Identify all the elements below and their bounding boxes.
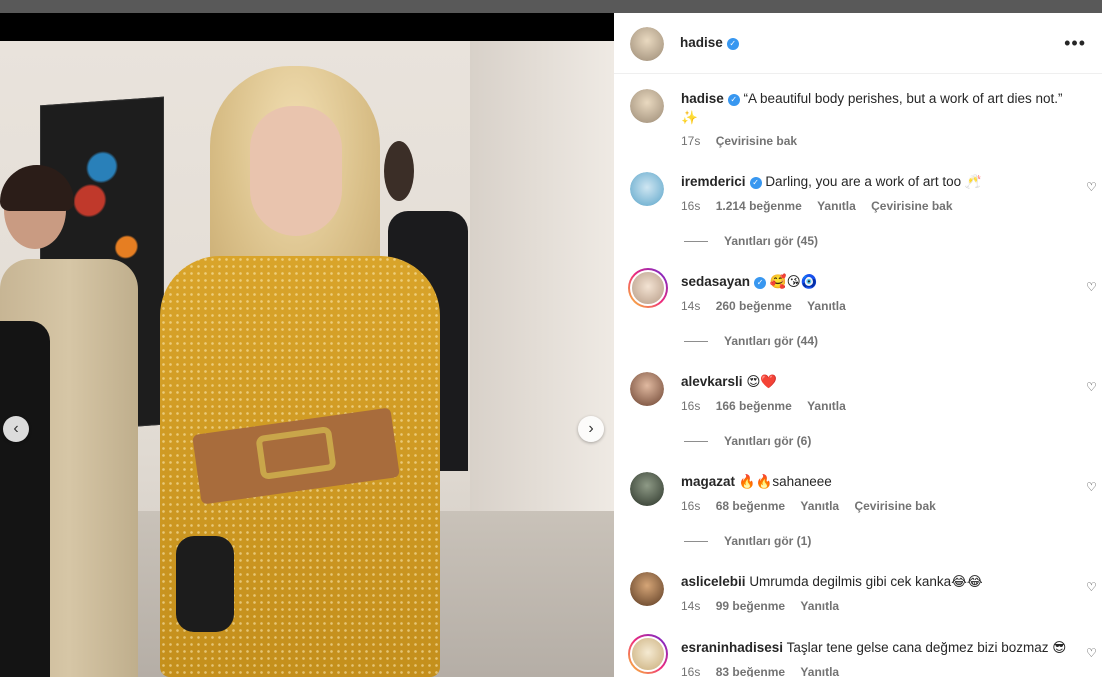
comment-time: 16s — [681, 399, 701, 413]
comment-text: alevkarsli 😍❤️ — [681, 372, 1071, 391]
view-replies-label[interactable]: Yanıtları gör (1) — [724, 534, 811, 548]
commenter-username[interactable]: magazat — [681, 474, 735, 489]
author-avatar[interactable] — [630, 27, 664, 61]
commenter-avatar[interactable] — [630, 372, 664, 406]
top-strip — [0, 0, 1102, 13]
like-heart-icon[interactable]: ♡ — [1086, 280, 1097, 294]
view-replies-label[interactable]: Yanıtları gör (6) — [724, 434, 811, 448]
comment-likes[interactable]: 166 beğenme — [716, 399, 792, 413]
like-heart-icon[interactable]: ♡ — [1086, 580, 1097, 594]
comment-likes[interactable]: 99 beğenme — [716, 599, 785, 613]
verified-badge-icon: ✓ — [727, 94, 740, 106]
comment-text: magazat 🔥🔥sahaneee — [681, 472, 1071, 491]
reply-button[interactable]: Yanıtla — [800, 499, 839, 513]
commenter-username[interactable]: aslicelebii — [681, 574, 746, 589]
comment-time: 16s — [681, 499, 701, 513]
comment-time: 16s — [681, 199, 701, 213]
caption-avatar[interactable] — [630, 89, 664, 123]
translate-link[interactable]: Çevirisine bak — [854, 499, 935, 513]
post-media: ‹ › — [0, 13, 614, 677]
caption-body: “A beautiful body perishes, but a work o… — [743, 91, 1063, 106]
post-header: hadise ✓ ••• — [614, 13, 1102, 74]
like-heart-icon[interactable]: ♡ — [1086, 380, 1097, 394]
commenter-avatar[interactable] — [630, 572, 664, 606]
caption-time: 17s — [681, 134, 701, 148]
like-heart-icon[interactable]: ♡ — [1086, 480, 1097, 494]
reply-button[interactable]: Yanıtla — [817, 199, 856, 213]
comment-likes[interactable]: 1.214 beğenme — [716, 199, 802, 213]
author-username[interactable]: hadise ✓ — [680, 35, 739, 50]
comment-body: Taşlar tene gelse cana değmez bizi bozma… — [786, 640, 1067, 655]
post-photo — [0, 41, 614, 677]
reply-button[interactable]: Yanıtla — [800, 599, 839, 613]
comment-time: 14s — [681, 599, 701, 613]
reply-button[interactable]: Yanıtla — [800, 665, 839, 677]
view-replies-label[interactable]: Yanıtları gör (44) — [724, 334, 818, 348]
reply-button[interactable]: Yanıtla — [807, 399, 846, 413]
view-replies-button[interactable]: Yanıtları gör (1) — [684, 534, 811, 548]
comment-body: 🔥🔥sahaneee — [738, 474, 832, 489]
caption-text: hadise ✓ “A beautiful body perishes, but … — [681, 89, 1071, 127]
commenter-username[interactable]: alevkarsli — [681, 374, 743, 389]
comment-meta: 16s 166 beğenme Yanıtla — [681, 399, 858, 413]
commenter-avatar[interactable] — [630, 472, 664, 506]
comment-body: 🥰😘🧿 — [769, 274, 818, 289]
like-heart-icon[interactable]: ♡ — [1086, 646, 1097, 660]
comment-text: esraninhadisesi Taşlar tene gelse cana d… — [681, 638, 1071, 657]
view-replies-button[interactable]: Yanıtları gör (44) — [684, 334, 818, 348]
comment-meta: 16s 68 beğenme Yanıtla Çevirisine bak — [681, 499, 948, 513]
view-replies-button[interactable]: Yanıtları gör (6) — [684, 434, 811, 448]
reply-button[interactable]: Yanıtla — [807, 299, 846, 313]
previous-image-button[interactable]: ‹ — [3, 416, 29, 442]
author-username-text[interactable]: hadise — [680, 35, 723, 50]
commenter-username[interactable]: iremderici — [681, 174, 746, 189]
comments-panel: hadise ✓ ••• hadise ✓ “A beautiful body pe… — [614, 13, 1102, 677]
sparkle-emoji: ✨ — [681, 110, 698, 125]
commenter-avatar[interactable] — [628, 268, 668, 308]
main-subject — [150, 66, 450, 677]
view-replies-button[interactable]: Yanıtları gör (45) — [684, 234, 818, 248]
comment-meta: 16s 83 beğenme Yanıtla — [681, 665, 851, 677]
comment-text: sedasayan ✓ 🥰😘🧿 — [681, 272, 1071, 291]
comment-likes[interactable]: 68 beğenme — [716, 499, 785, 513]
commenter-username[interactable]: sedasayan — [681, 274, 750, 289]
next-image-button[interactable]: › — [578, 416, 604, 442]
verified-badge-icon: ✓ — [754, 277, 767, 289]
caption-username[interactable]: hadise — [681, 91, 724, 106]
comment-body: Umrumda degilmis gibi cek kanka😂😂 — [749, 574, 983, 589]
commenter-username[interactable]: esraninhadisesi — [681, 640, 783, 655]
caption-translate-link[interactable]: Çevirisine bak — [716, 134, 797, 148]
comment-time: 16s — [681, 665, 701, 677]
commenter-avatar[interactable] — [628, 634, 668, 674]
comment-likes[interactable]: 83 beğenme — [716, 665, 785, 677]
comment-body: Darling, you are a work of art too 🥂 — [765, 174, 982, 189]
verified-badge-icon: ✓ — [726, 38, 739, 50]
like-heart-icon[interactable]: ♡ — [1086, 180, 1097, 194]
comment-meta: 14s 260 beğenme Yanıtla — [681, 299, 858, 313]
more-options-icon[interactable]: ••• — [1064, 33, 1086, 54]
comment-body: 😍❤️ — [746, 374, 778, 389]
comment-meta: 16s 1.214 beğenme Yanıtla Çevirisine bak — [681, 199, 965, 213]
comment-text: aslicelebii Umrumda degilmis gibi cek ka… — [681, 572, 1071, 591]
commenter-avatar[interactable] — [630, 172, 664, 206]
comment-meta: 14s 99 beğenme Yanıtla — [681, 599, 851, 613]
caption-meta: 17s Çevirisine bak — [681, 134, 809, 148]
verified-badge-icon: ✓ — [749, 177, 762, 189]
view-replies-label[interactable]: Yanıtları gör (45) — [724, 234, 818, 248]
comment-likes[interactable]: 260 beğenme — [716, 299, 792, 313]
comment-text: iremderici ✓ Darling, you are a work of a… — [681, 172, 1071, 191]
comment-time: 14s — [681, 299, 701, 313]
translate-link[interactable]: Çevirisine bak — [871, 199, 952, 213]
